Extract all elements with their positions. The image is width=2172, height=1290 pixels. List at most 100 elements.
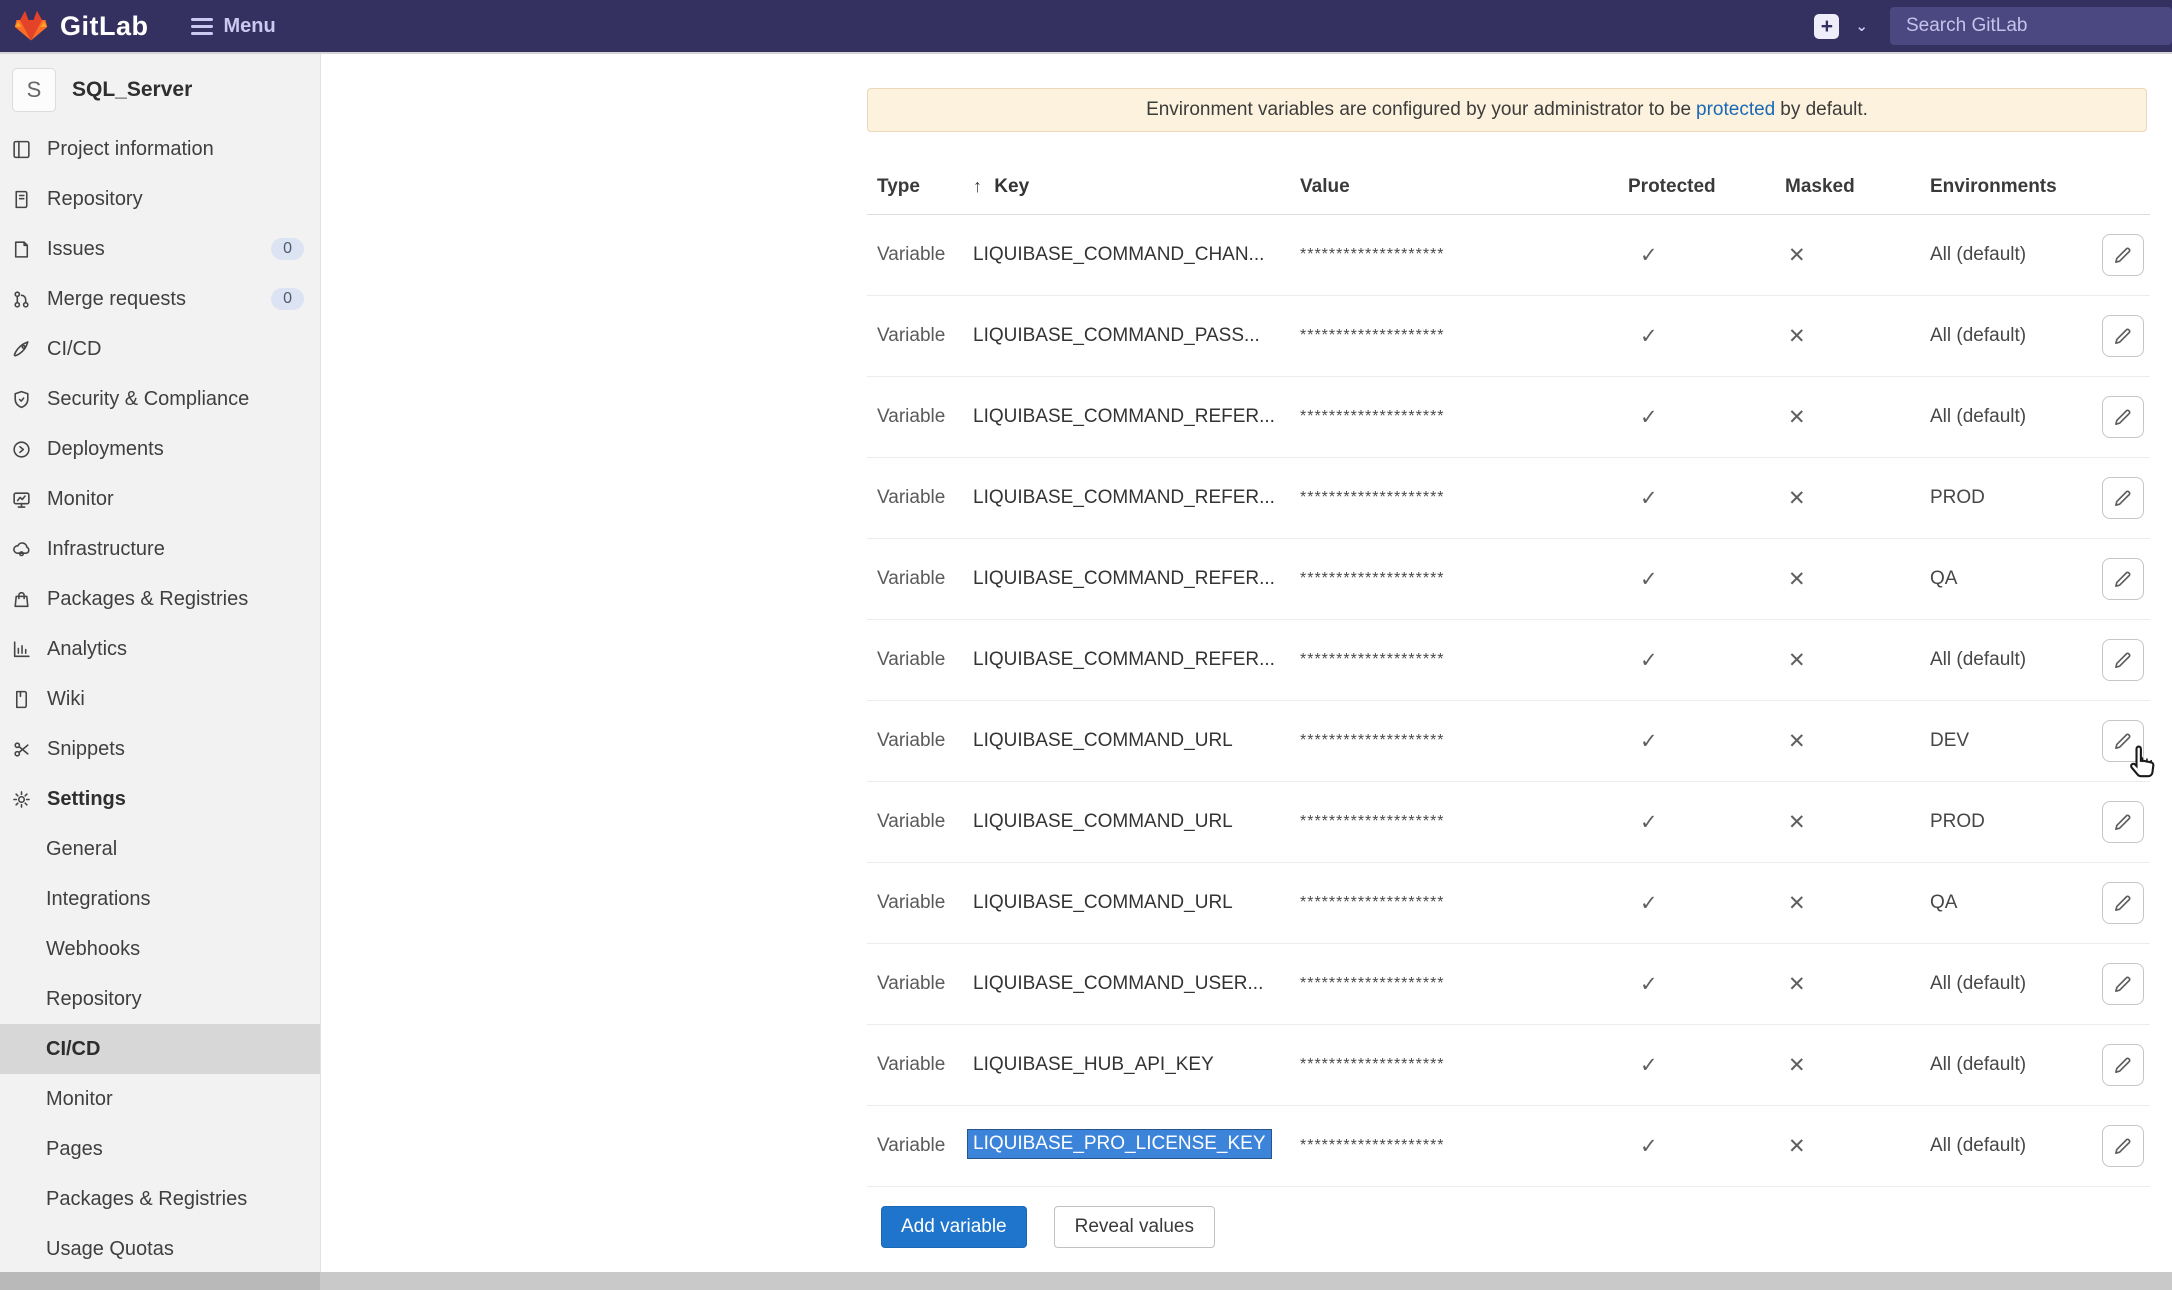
edit-variable-button[interactable] (2102, 315, 2144, 357)
edit-variable-button[interactable] (2102, 234, 2144, 276)
table-row: Variable LIQUIBASE_COMMAND_REFER... ****… (867, 458, 2150, 539)
settings-subitem[interactable]: CI/CD (0, 1024, 320, 1074)
cell-environments: QA (1930, 568, 2100, 590)
cell-environments: All (default) (1930, 406, 2100, 428)
cell-key: LIQUIBASE_COMMAND_PASS... (973, 325, 1300, 347)
variable-key-text: LIQUIBASE_COMMAND_URL (973, 892, 1233, 914)
sidebar-item[interactable]: Packages & Registries (0, 574, 320, 624)
edit-variable-button[interactable] (2102, 558, 2144, 600)
pencil-icon (2112, 892, 2134, 914)
cell-masked-value: ******************** (1300, 975, 1620, 993)
settings-subitem[interactable]: Webhooks (0, 924, 320, 974)
pencil-icon (2112, 244, 2134, 266)
variable-key-text: LIQUIBASE_COMMAND_REFER... (973, 568, 1275, 590)
sidebar-item-label: Snippets (47, 738, 125, 761)
cell-key: LIQUIBASE_COMMAND_CHAN... (973, 244, 1300, 266)
edit-variable-button[interactable] (2102, 639, 2144, 681)
chevron-down-icon[interactable]: ⌄ (1855, 17, 1868, 35)
add-variable-button[interactable]: Add variable (881, 1206, 1027, 1248)
cell-environments: All (default) (1930, 1135, 2100, 1157)
cell-type: Variable (867, 892, 973, 914)
masked-x-icon: ✕ (1785, 648, 1930, 673)
settings-subitem-label: General (46, 838, 117, 861)
sidebar-item[interactable]: Wiki (0, 674, 320, 724)
pencil-icon (2112, 1135, 2134, 1157)
sidebar-item-label: Project information (47, 138, 214, 161)
edit-variable-button[interactable] (2102, 801, 2144, 843)
cell-key: LIQUIBASE_COMMAND_URL (973, 730, 1300, 752)
settings-subitem[interactable]: Packages & Registries (0, 1174, 320, 1224)
variable-key-text: LIQUIBASE_HUB_API_KEY (973, 1054, 1214, 1076)
sidebar-item[interactable]: Deployments (0, 424, 320, 474)
bottom-strip-sidebar (0, 1272, 320, 1290)
project-information-icon (11, 138, 33, 160)
sidebar-item[interactable]: Snippets (0, 724, 320, 774)
sidebar-item[interactable]: Merge requests 0 (0, 274, 320, 324)
edit-variable-button[interactable] (2102, 963, 2144, 1005)
protected-check-icon: ✓ (1620, 567, 1785, 592)
project-header[interactable]: S SQL_Server (0, 52, 320, 120)
menu-button[interactable]: Menu (191, 15, 276, 38)
edit-variable-button[interactable] (2102, 396, 2144, 438)
pencil-icon (2112, 487, 2134, 509)
sidebar-item-label: Analytics (47, 638, 127, 661)
cell-masked-value: ******************** (1300, 246, 1620, 264)
sidebar-item[interactable]: Security & Compliance (0, 374, 320, 424)
edit-variable-button[interactable] (2102, 720, 2144, 762)
reveal-values-button[interactable]: Reveal values (1054, 1206, 1215, 1248)
col-header-key[interactable]: ↑ Key (973, 176, 1300, 198)
gitlab-home-link[interactable]: GitLab (0, 9, 149, 43)
sidebar-item[interactable]: Infrastructure (0, 524, 320, 574)
variable-key-text: LIQUIBASE_COMMAND_REFER... (973, 487, 1275, 509)
pencil-icon (2112, 1054, 2134, 1076)
variable-key-text: LIQUIBASE_COMMAND_USER... (973, 973, 1263, 995)
masked-x-icon: ✕ (1785, 810, 1930, 835)
edit-variable-button[interactable] (2102, 477, 2144, 519)
wiki-icon (11, 688, 33, 710)
sidebar-item[interactable]: CI/CD (0, 324, 320, 374)
top-navbar: GitLab Menu + ⌄ (0, 0, 2172, 54)
new-item-plus-button[interactable]: + (1814, 14, 1839, 39)
protected-check-icon: ✓ (1620, 324, 1785, 349)
settings-subitem[interactable]: Pages (0, 1124, 320, 1174)
settings-subitem[interactable]: Usage Quotas (0, 1224, 320, 1274)
sidebar-item[interactable]: Settings (0, 774, 320, 824)
table-row: Variable LIQUIBASE_COMMAND_USER... *****… (867, 944, 2150, 1025)
cell-key: LIQUIBASE_COMMAND_REFER... (973, 406, 1300, 428)
cell-environments: PROD (1930, 487, 2100, 509)
sidebar-item[interactable]: Repository (0, 174, 320, 224)
sidebar-item-label: Monitor (47, 488, 114, 511)
col-header-type: Type (867, 176, 973, 198)
variable-key-text: LIQUIBASE_COMMAND_REFER... (973, 406, 1275, 428)
masked-x-icon: ✕ (1785, 243, 1930, 268)
sidebar-item-label: Issues (47, 238, 105, 261)
edit-variable-button[interactable] (2102, 882, 2144, 924)
protected-check-icon: ✓ (1620, 243, 1785, 268)
protected-link[interactable]: protected (1696, 99, 1775, 121)
sidebar-item[interactable]: Monitor (0, 474, 320, 524)
settings-subitem[interactable]: Monitor (0, 1074, 320, 1124)
settings-subitem[interactable]: General (0, 824, 320, 874)
edit-variable-button[interactable] (2102, 1044, 2144, 1086)
table-row: Variable LIQUIBASE_COMMAND_REFER... ****… (867, 539, 2150, 620)
pencil-icon (2112, 649, 2134, 671)
sidebar-item[interactable]: Project information (0, 124, 320, 174)
monitor-icon (11, 488, 33, 510)
cell-type: Variable (867, 973, 973, 995)
edit-variable-button[interactable] (2102, 1125, 2144, 1167)
cell-key: LIQUIBASE_COMMAND_REFER... (973, 649, 1300, 671)
analytics-icon (11, 638, 33, 660)
search-input[interactable] (1890, 7, 2172, 45)
masked-x-icon: ✕ (1785, 324, 1930, 349)
masked-x-icon: ✕ (1785, 405, 1930, 430)
protected-check-icon: ✓ (1620, 1134, 1785, 1159)
banner-text-before: Environment variables are configured by … (1146, 99, 1691, 121)
variable-key-text: LIQUIBASE_COMMAND_URL (973, 811, 1233, 833)
settings-subitem[interactable]: Repository (0, 974, 320, 1024)
table-row: Variable LIQUIBASE_COMMAND_URL *********… (867, 701, 2150, 782)
masked-x-icon: ✕ (1785, 891, 1930, 916)
settings-subitem[interactable]: Integrations (0, 874, 320, 924)
cell-environments: All (default) (1930, 1054, 2100, 1076)
sidebar-item[interactable]: Analytics (0, 624, 320, 674)
sidebar-item[interactable]: Issues 0 (0, 224, 320, 274)
